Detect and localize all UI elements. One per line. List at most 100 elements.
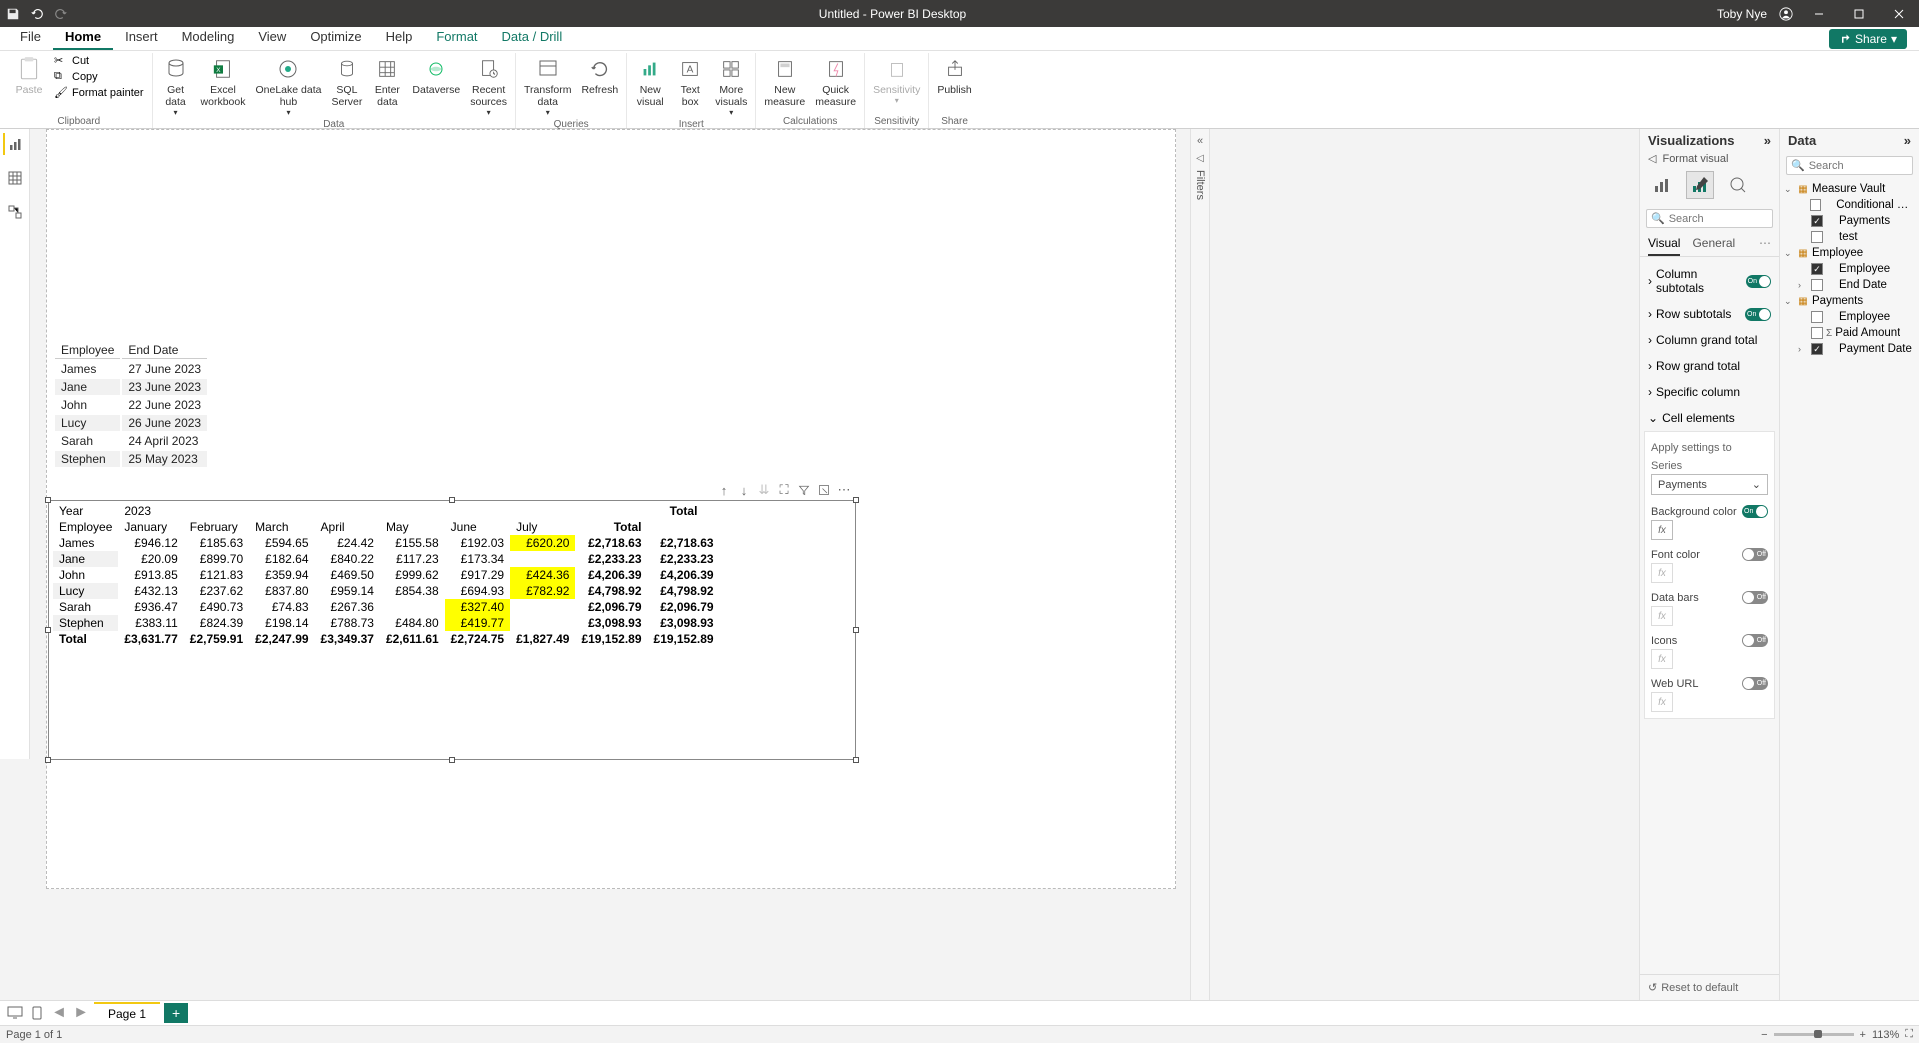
desktop-layout-icon[interactable] (6, 1005, 24, 1021)
employee-end-date-table[interactable]: EmployeeEnd Date James27 June 2023Jane23… (53, 340, 209, 469)
table-row[interactable]: Sarah24 April 2023 (55, 433, 207, 449)
ribbon-tab-help[interactable]: Help (374, 25, 425, 50)
payments-matrix-visual[interactable]: ↑ ↓ ⇊ ⛶ ⋯ Year2023TotalEmployeeJanuaryFe… (48, 500, 856, 760)
focus-mode-icon[interactable] (817, 483, 831, 497)
mobile-layout-icon[interactable] (28, 1005, 46, 1021)
font-color-toggle[interactable]: Off (1742, 548, 1768, 561)
series-dropdown[interactable]: Payments ⌄ (1651, 474, 1768, 495)
table-row[interactable]: James27 June 2023 (55, 361, 207, 377)
expand-all-icon[interactable]: ⛶ (777, 483, 791, 497)
share-button[interactable]: Share ▾ (1829, 29, 1907, 49)
ribbon-tab-file[interactable]: File (8, 25, 53, 50)
format-visual-icon[interactable] (1686, 171, 1714, 199)
expand-data-pane-icon[interactable]: » (1904, 133, 1911, 148)
matrix-row[interactable]: Jane£20.09£899.70£182.64£840.22£117.23£1… (53, 551, 720, 567)
back-to-report-icon[interactable]: ◁ (1648, 152, 1656, 165)
add-page-button[interactable]: + (164, 1003, 188, 1023)
field-node[interactable]: ›✓Payment Date (1784, 341, 1915, 357)
expand-viz-pane-icon[interactable]: » (1764, 133, 1771, 148)
user-name[interactable]: Toby Nye (1717, 7, 1767, 21)
font-color-fx-button[interactable]: fx (1651, 563, 1673, 583)
table-row[interactable]: John22 June 2023 (55, 397, 207, 413)
column-grand-total-row[interactable]: ›Column grand total (1646, 327, 1773, 353)
expand-next-level-icon[interactable]: ⇊ (757, 483, 771, 497)
filters-pane-collapsed[interactable]: « ◁ Filters (1190, 129, 1210, 1000)
user-avatar-icon[interactable] (1779, 7, 1793, 21)
field-node[interactable]: test (1784, 229, 1915, 245)
cut-button[interactable]: ✂Cut (50, 53, 148, 69)
field-node[interactable]: ✓Employee (1784, 261, 1915, 277)
ribbon-tab-format[interactable]: Format (424, 25, 489, 50)
field-node[interactable]: Employee (1784, 309, 1915, 325)
excel-workbook-button[interactable]: XExcel workbook (197, 53, 250, 110)
tab-general[interactable]: General (1692, 232, 1735, 256)
tab-visual[interactable]: Visual (1648, 232, 1680, 256)
zoom-in-button[interactable]: + (1860, 1029, 1866, 1041)
report-view-icon[interactable] (3, 133, 25, 155)
tab-more-icon[interactable]: ⋯ (1759, 232, 1771, 256)
row-subtotals-toggle[interactable]: On (1745, 308, 1771, 321)
ribbon-tab-insert[interactable]: Insert (113, 25, 170, 50)
onelake-hub-button[interactable]: OneLake data hub▾ (251, 53, 325, 119)
ribbon-tab-data-drill[interactable]: Data / Drill (490, 25, 575, 50)
field-node[interactable]: ›End Date (1784, 277, 1915, 293)
matrix-row[interactable]: James£946.12£185.63£594.65£24.42£155.58£… (53, 535, 720, 551)
row-grand-total-row[interactable]: ›Row grand total (1646, 353, 1773, 379)
data-view-icon[interactable] (4, 167, 26, 189)
text-box-button[interactable]: AText box (671, 53, 709, 110)
more-options-icon[interactable]: ⋯ (837, 483, 851, 497)
fit-to-page-icon[interactable]: ⛶ (1905, 1028, 1913, 1041)
matrix-row[interactable]: John£913.85£121.83£359.94£469.50£999.62£… (53, 567, 720, 583)
recent-sources-button[interactable]: Recent sources▾ (466, 53, 511, 119)
prev-page-button[interactable]: ◄ (50, 1004, 68, 1022)
redo-icon[interactable] (54, 7, 68, 21)
bg-color-toggle[interactable]: On (1742, 505, 1768, 518)
save-icon[interactable] (6, 7, 20, 21)
web-url-toggle[interactable]: Off (1742, 677, 1768, 690)
column-subtotals-row[interactable]: ›Column subtotals On (1646, 261, 1773, 301)
ribbon-tab-view[interactable]: View (246, 25, 298, 50)
close-button[interactable] (1885, 4, 1913, 24)
drill-down-icon[interactable]: ↓ (737, 483, 751, 497)
transform-data-button[interactable]: Transform data▾ (520, 53, 575, 119)
copy-button[interactable]: ⧉Copy (50, 69, 148, 85)
specific-column-row[interactable]: ›Specific column (1646, 379, 1773, 405)
matrix-row[interactable]: Sarah£936.47£490.73£74.83£267.36£327.40£… (53, 599, 720, 615)
sensitivity-button[interactable]: Sensitivity▾ (869, 53, 924, 107)
minimize-button[interactable] (1805, 4, 1833, 24)
data-bars-toggle[interactable]: Off (1742, 591, 1768, 604)
field-node[interactable]: ✓Payments (1784, 213, 1915, 229)
publish-button[interactable]: Publish (933, 53, 975, 98)
refresh-button[interactable]: Refresh (577, 53, 622, 98)
icons-toggle[interactable]: Off (1742, 634, 1768, 647)
table-row[interactable]: Lucy26 June 2023 (55, 415, 207, 431)
drill-up-icon[interactable]: ↑ (717, 483, 731, 497)
filter-icon[interactable] (797, 483, 811, 497)
quick-measure-button[interactable]: Quick measure (811, 53, 860, 110)
model-view-icon[interactable] (4, 201, 26, 223)
table-node[interactable]: ⌄▦Measure Vault (1784, 181, 1915, 197)
page-tab[interactable]: Page 1 (94, 1002, 160, 1024)
column-header[interactable]: End Date (122, 342, 207, 359)
report-page[interactable]: EmployeeEnd Date James27 June 2023Jane23… (46, 129, 1176, 889)
column-subtotals-toggle[interactable]: On (1746, 275, 1771, 288)
maximize-button[interactable] (1845, 4, 1873, 24)
table-node[interactable]: ⌄▦Payments (1784, 293, 1915, 309)
enter-data-button[interactable]: Enter data (368, 53, 406, 110)
bg-color-fx-button[interactable]: fx (1651, 520, 1673, 540)
ribbon-tab-optimize[interactable]: Optimize (298, 25, 373, 50)
get-data-button[interactable]: Get data▾ (157, 53, 195, 119)
expand-filters-icon[interactable]: « (1197, 135, 1203, 147)
dataverse-button[interactable]: Dataverse (408, 53, 464, 98)
field-node[interactable]: ΣPaid Amount (1784, 325, 1915, 341)
matrix-row[interactable]: Stephen£383.11£824.39£198.14£788.73£484.… (53, 615, 720, 631)
zoom-slider[interactable] (1774, 1033, 1854, 1036)
paste-button[interactable]: Paste (10, 53, 48, 98)
data-search-input[interactable]: 🔍 (1786, 156, 1913, 175)
table-node[interactable]: ⌄▦Employee (1784, 245, 1915, 261)
table-row[interactable]: Stephen25 May 2023 (55, 451, 207, 467)
data-bars-fx-button[interactable]: fx (1651, 606, 1673, 626)
undo-icon[interactable] (30, 7, 44, 21)
column-header[interactable]: Employee (55, 342, 120, 359)
back-icon[interactable]: ◁ (1196, 153, 1204, 164)
